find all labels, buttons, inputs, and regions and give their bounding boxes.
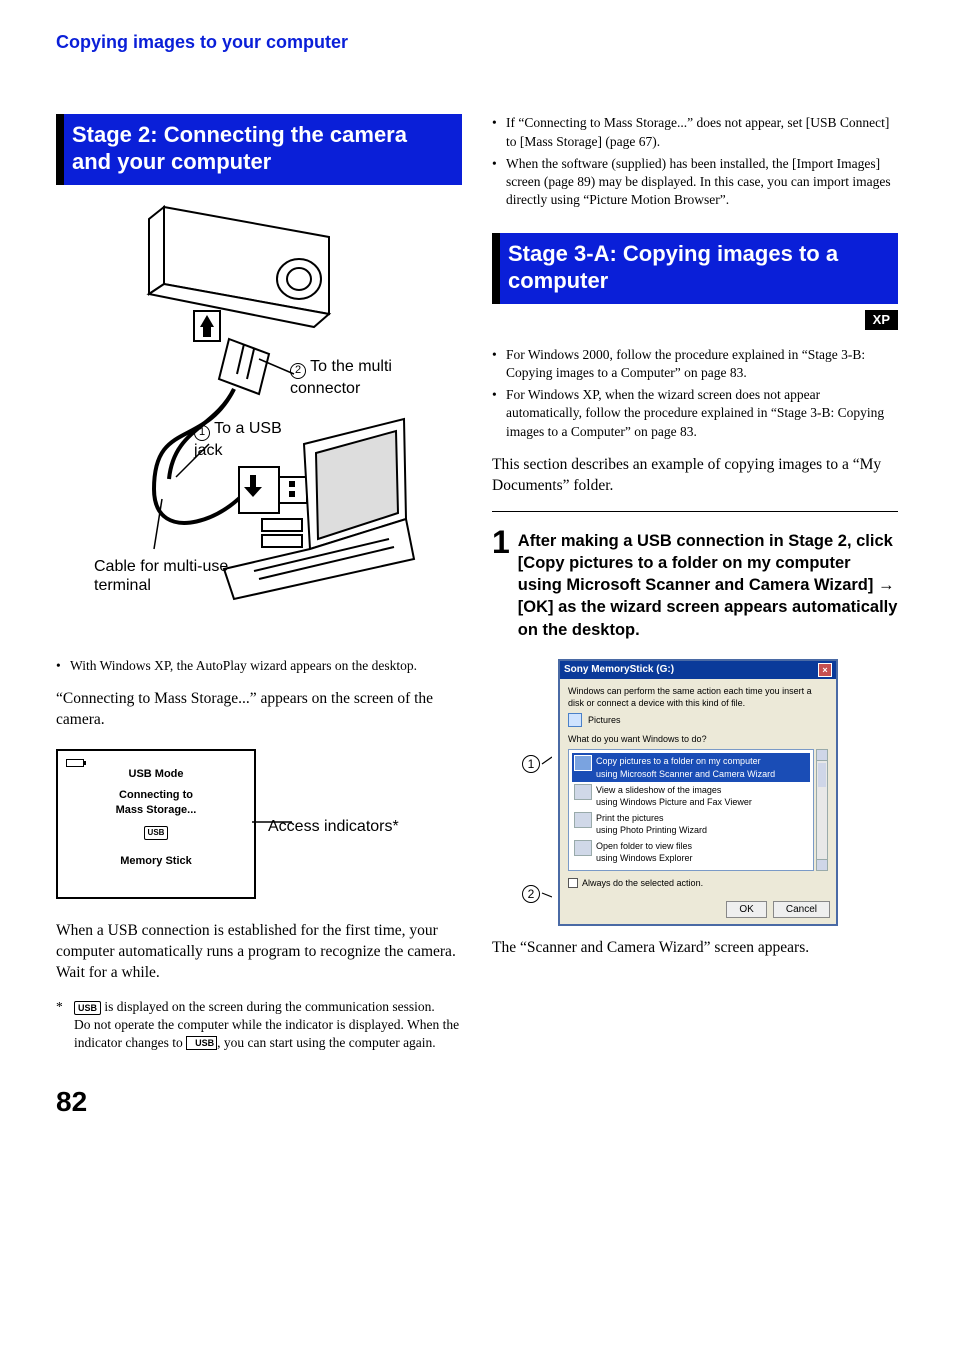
- right-top-bullet-2: • When the software (supplied) has been …: [492, 155, 898, 210]
- autoplay-dialog: Sony MemoryStick (G:) × Windows can perf…: [558, 659, 838, 926]
- footnote-line1: is displayed on the screen during the co…: [104, 999, 434, 1014]
- step-1-number: 1: [492, 526, 510, 641]
- left-para-mass-storage: “Connecting to Mass Storage...” appears …: [56, 689, 462, 731]
- scroll-down-icon[interactable]: [817, 859, 827, 870]
- footnote: * USB is displayed on the screen during …: [56, 998, 462, 1053]
- usb-bar-icon: USB: [186, 1036, 217, 1050]
- right-mid-bullet-2-text: For Windows XP, when the wizard screen d…: [506, 386, 898, 441]
- dialog-item-open[interactable]: Open folder to view files using Windows …: [572, 838, 810, 866]
- usb-indicator-icon: USB: [74, 1001, 101, 1015]
- access-indicators-label: Access indicators*: [268, 816, 399, 838]
- dialog-item-copy[interactable]: Copy pictures to a folder on my computer…: [572, 753, 810, 781]
- page-number: 82: [56, 1083, 898, 1121]
- checkbox[interactable]: [568, 878, 578, 888]
- dialog-callout-1: 1: [522, 755, 540, 773]
- dialog-pictures-label: Pictures: [588, 714, 621, 726]
- callout-1-text: To a USB jack: [194, 420, 282, 459]
- left-bullet-1: • With Windows XP, the AutoPlay wizard a…: [56, 657, 462, 675]
- step-1: 1 After making a USB connection in Stage…: [492, 526, 898, 641]
- pictures-icon: [568, 713, 582, 727]
- lcd-line4: Memory Stick: [58, 854, 254, 869]
- lcd-line1: USB Mode: [58, 767, 254, 782]
- right-column: • If “Connecting to Mass Storage...” doe…: [492, 114, 898, 1052]
- left-bullet-1-text: With Windows XP, the AutoPlay wizard app…: [70, 657, 417, 675]
- dialog-prompt: What do you want Windows to do?: [568, 733, 828, 745]
- dialog-item-open-l1: Open folder to view files: [596, 840, 693, 852]
- stage2-heading: Stage 2: Connecting the camera and your …: [56, 114, 462, 185]
- dialog-action-list[interactable]: Copy pictures to a folder on my computer…: [568, 749, 814, 870]
- lcd-line2: Connecting to: [58, 788, 254, 803]
- stage3a-heading: Stage 3-A: Copying images to a computer: [492, 233, 898, 304]
- callout-1-num: 1: [194, 425, 210, 441]
- right-para-wizard: The “Scanner and Camera Wizard” screen a…: [492, 938, 898, 959]
- dialog-item-copy-l2: using Microsoft Scanner and Camera Wizar…: [596, 768, 775, 780]
- connection-diagram: 2 To the multi connector 1 To a USB jack…: [94, 199, 424, 639]
- right-top-bullet-2-text: When the software (supplied) has been in…: [506, 155, 898, 210]
- dialog-item-slideshow-l2: using Windows Picture and Fax Viewer: [596, 796, 752, 808]
- dialog-title-text: Sony MemoryStick (G:): [564, 663, 674, 677]
- ok-button[interactable]: OK: [726, 901, 766, 919]
- dialog-titlebar: Sony MemoryStick (G:) ×: [560, 661, 836, 679]
- dialog-callout-2: 2: [522, 885, 540, 903]
- right-mid-bullet-2: • For Windows XP, when the wizard screen…: [492, 386, 898, 441]
- dialog-item-slideshow-l1: View a slideshow of the images: [596, 784, 752, 796]
- left-para-first-time: When a USB connection is established for…: [56, 921, 462, 984]
- print-icon: [574, 812, 592, 828]
- right-top-bullet-1-text: If “Connecting to Mass Storage...” does …: [506, 114, 898, 150]
- xp-badge: XP: [865, 310, 898, 330]
- lcd-usb-icon: USB: [144, 826, 169, 841]
- dialog-item-open-l2: using Windows Explorer: [596, 852, 693, 864]
- folder-icon: [574, 840, 592, 856]
- dialog-lead: Windows can perform the same action each…: [568, 685, 828, 709]
- dialog-item-slideshow[interactable]: View a slideshow of the images using Win…: [572, 782, 810, 810]
- callout-2-num: 2: [290, 363, 306, 379]
- camera-lcd: USB Mode Connecting to Mass Storage... U…: [56, 749, 256, 899]
- dialog-item-print-l2: using Photo Printing Wizard: [596, 824, 707, 836]
- right-para-section: This section describes an example of cop…: [492, 455, 898, 497]
- dialog-item-copy-l1: Copy pictures to a folder on my computer: [596, 755, 775, 767]
- always-label: Always do the selected action.: [582, 877, 703, 889]
- right-mid-bullet-1: • For Windows 2000, follow the procedure…: [492, 346, 898, 382]
- step-1-text: After making a USB connection in Stage 2…: [518, 526, 898, 641]
- right-mid-bullet-1-text: For Windows 2000, follow the procedure e…: [506, 346, 898, 382]
- dialog-scrollbar[interactable]: [816, 749, 828, 870]
- cable-label: Cable for multi-use terminal: [94, 557, 244, 595]
- dialog-item-print[interactable]: Print the pictures using Photo Printing …: [572, 810, 810, 838]
- cancel-button[interactable]: Cancel: [773, 901, 830, 919]
- slideshow-icon: [574, 784, 592, 800]
- scroll-up-icon[interactable]: [817, 750, 827, 761]
- breadcrumb: Copying images to your computer: [56, 30, 898, 54]
- left-column: Stage 2: Connecting the camera and your …: [56, 114, 462, 1052]
- scroll-thumb[interactable]: [818, 763, 826, 787]
- always-checkbox-row[interactable]: Always do the selected action.: [568, 877, 828, 889]
- callout-2-text: To the multi connector: [290, 358, 392, 397]
- close-icon[interactable]: ×: [818, 663, 832, 677]
- dialog-item-print-l1: Print the pictures: [596, 812, 707, 824]
- footnote-line3: , you can start using the computer again…: [217, 1035, 436, 1050]
- battery-icon: [66, 759, 84, 767]
- lcd-line3: Mass Storage...: [58, 803, 254, 818]
- copy-icon: [574, 755, 592, 771]
- right-top-bullet-1: • If “Connecting to Mass Storage...” doe…: [492, 114, 898, 150]
- divider: [492, 511, 898, 512]
